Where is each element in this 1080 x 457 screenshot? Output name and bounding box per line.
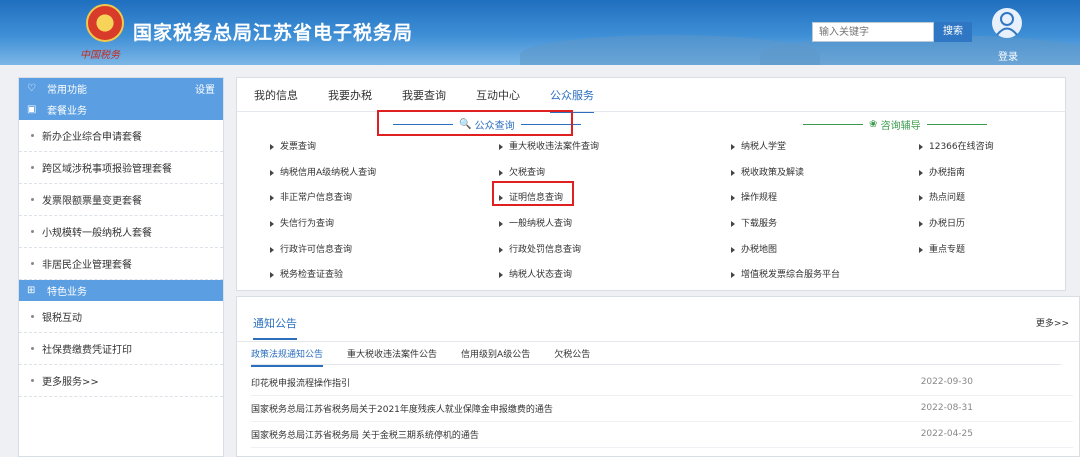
sidebar-item[interactable]: 跨区域涉税事项报验管理套餐	[19, 152, 223, 184]
sidebar: ♡ 常用功能 设置 ▣ 套餐业务 新办企业综合申请套餐 跨区域涉税事项报验管理套…	[18, 77, 224, 457]
more-link[interactable]: 更多>>	[1036, 316, 1069, 329]
tab-my-info[interactable]: 我的信息	[254, 87, 298, 113]
sidebar-group-favorites[interactable]: ♡ 常用功能 设置	[19, 78, 223, 99]
link-license-query[interactable]: 行政许可信息查询	[270, 242, 352, 255]
link-vat-platform[interactable]: 增值税发票综合服务平台	[731, 267, 840, 280]
emblem-caption: 中国税务	[80, 50, 120, 61]
notice-row[interactable]: 国家税务总局江苏省税务局 关于金税三期系统停机的通告 2022-04-25	[251, 421, 1073, 448]
sidebar-item[interactable]: 发票限额票量变更套餐	[19, 184, 223, 216]
link-certificate-query[interactable]: 证明信息查询	[499, 190, 563, 203]
notice-panel: 通知公告 更多>> 政策法规通知公告 重大税收违法案件公告 信用级别A级公告 欠…	[236, 296, 1080, 457]
notice-row[interactable]: 印花税申报流程操作指引 2022-09-30	[251, 369, 1073, 396]
sidebar-item[interactable]: 银税互动	[19, 301, 223, 333]
link-taxpayer-status[interactable]: 纳税人状态查询	[499, 267, 572, 280]
search-button[interactable]: 搜索	[934, 22, 972, 42]
link-tax-policy[interactable]: 税收政策及解读	[731, 165, 804, 178]
sidebar-item-more[interactable]: 更多服务>>	[19, 365, 223, 397]
sidebar-item[interactable]: 非居民企业管理套餐	[19, 248, 223, 280]
login-link[interactable]: 登录	[998, 48, 1018, 63]
link-major-violation[interactable]: 重大税收违法案件查询	[499, 139, 599, 152]
link-penalty-query[interactable]: 行政处罚信息查询	[499, 242, 581, 255]
heart-icon: ♡	[27, 83, 36, 94]
link-key-topics[interactable]: 重点专题	[919, 242, 965, 255]
link-procedures[interactable]: 操作规程	[731, 190, 777, 203]
tab-divider	[237, 111, 1065, 112]
notice-row[interactable]: 国家税务总局江苏省税务局关于2021年度残疾人就业保障金申报缴费的通告 2022-…	[251, 395, 1073, 422]
sidebar-group-packages[interactable]: ▣ 套餐业务	[19, 99, 223, 120]
highlight-box	[377, 110, 573, 136]
consult-heading: ❀ 咨询辅导	[797, 117, 993, 132]
link-taxpayer-school[interactable]: 纳税人学堂	[731, 139, 786, 152]
search-input[interactable]	[812, 22, 934, 42]
link-tax-arrears[interactable]: 欠税查询	[499, 165, 545, 178]
settings-link[interactable]: 设置	[195, 81, 215, 96]
link-12366-online[interactable]: 12366在线咨询	[919, 139, 994, 152]
user-avatar-icon[interactable]	[992, 8, 1022, 38]
public-service-panel: 我的信息 我要办税 我要查询 互动中心 公众服务 🔍 公众查询 ❀ 咨询辅导 发…	[236, 77, 1066, 291]
link-download[interactable]: 下载服务	[731, 216, 777, 229]
link-abnormal-query[interactable]: 非正常户信息查询	[270, 190, 352, 203]
link-dishonest-query[interactable]: 失信行为查询	[270, 216, 334, 229]
sidebar-item[interactable]: 新办企业综合申请套餐	[19, 120, 223, 152]
link-tax-calendar[interactable]: 办税日历	[919, 216, 965, 229]
tax-emblem-icon	[86, 4, 124, 42]
grid-icon: ⊞	[27, 285, 36, 296]
link-invoice-query[interactable]: 发票查询	[270, 139, 316, 152]
notice-title[interactable]: 通知公告	[253, 315, 297, 340]
calendar-icon: ▣	[27, 104, 37, 115]
link-credit-a-query[interactable]: 纳税信用A级纳税人查询	[270, 165, 376, 178]
link-tax-map[interactable]: 办税地图	[731, 242, 777, 255]
site-header: 中国税务 国家税务总局江苏省电子税务局 搜索 登录	[0, 0, 1080, 65]
link-inspection-cert[interactable]: 税务检查证查验	[270, 267, 343, 280]
subtab-divider	[251, 364, 1061, 365]
chat-icon: ❀	[869, 119, 878, 130]
site-title: 国家税务总局江苏省电子税务局	[133, 22, 414, 44]
sidebar-item[interactable]: 小规模转一般纳税人套餐	[19, 216, 223, 248]
tab-tax-handling[interactable]: 我要办税	[328, 87, 372, 113]
sidebar-item[interactable]: 社保费缴费凭证打印	[19, 333, 223, 365]
sidebar-group-special[interactable]: ⊞ 特色业务	[19, 280, 223, 301]
link-tax-guide[interactable]: 办税指南	[919, 165, 965, 178]
link-hot-questions[interactable]: 热点问题	[919, 190, 965, 203]
link-general-taxpayer[interactable]: 一般纳税人查询	[499, 216, 572, 229]
notice-divider	[237, 341, 1079, 342]
